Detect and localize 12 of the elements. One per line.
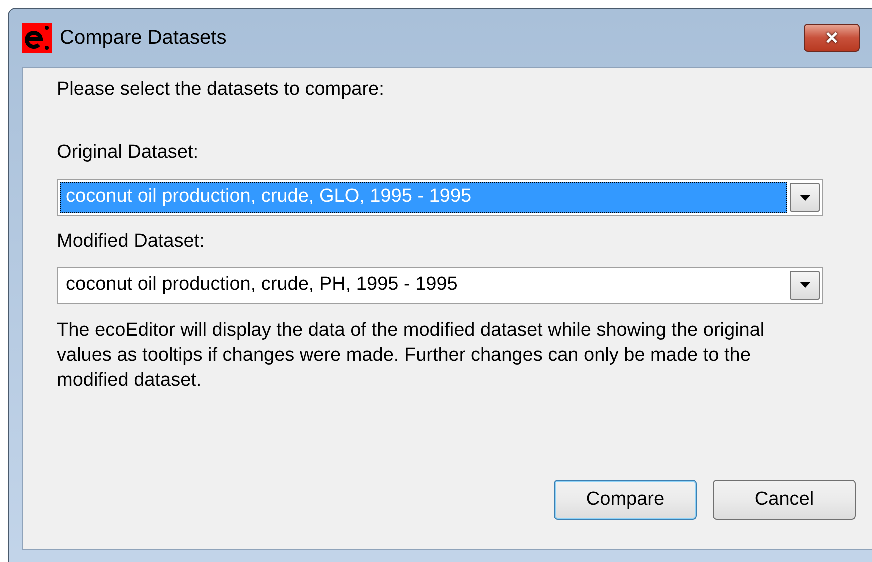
field-label: Modified Dataset: <box>57 230 205 254</box>
field-label: Original Dataset: <box>57 140 199 164</box>
cancel-button[interactable]: Cancel <box>713 480 856 520</box>
instruction-text: Please select the datasets to compare: <box>57 78 384 102</box>
description-text: The ecoEditor will display the data of the modified dataset while showing the original values as tooltips if changes were made. Further changes can only be made to the modified dataset. <box>57 318 766 394</box>
caret-icon <box>800 282 810 288</box>
dataset-dropdown[interactable]: coconut oil production, crude, PH, 1995 - 1995 <box>57 266 823 304</box>
caret-icon <box>800 194 810 200</box>
compare-button[interactable]: Compare <box>554 480 697 520</box>
app-icon <box>22 23 52 53</box>
window-title: Compare Datasets <box>60 26 227 51</box>
close-button[interactable]: ✕ <box>804 24 860 52</box>
